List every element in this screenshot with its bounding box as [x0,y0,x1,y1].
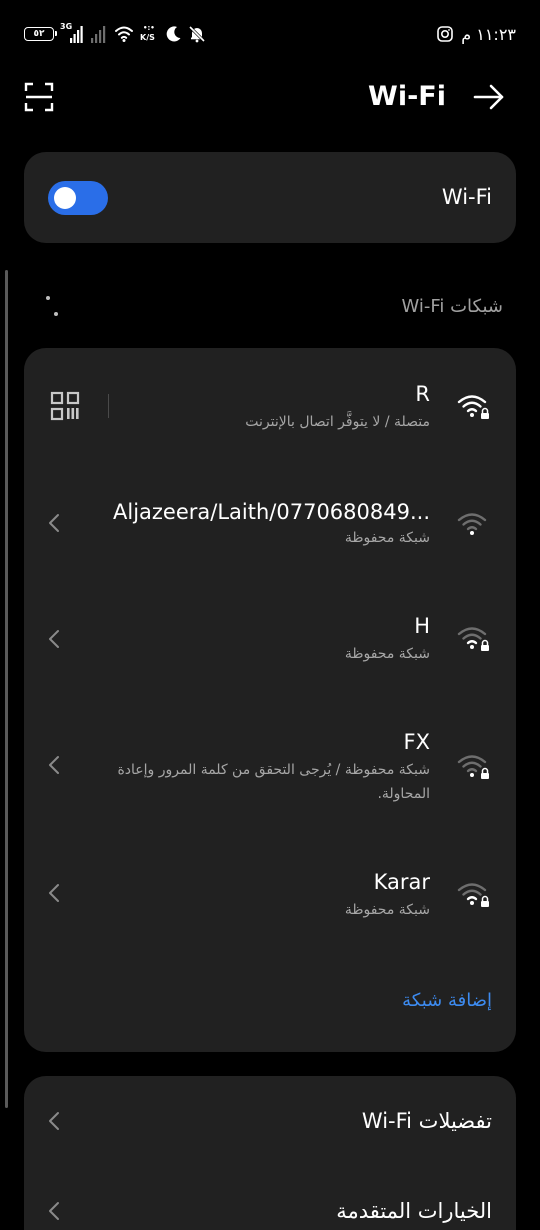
networks-list-card: R متصلة / لا يتوفَّر اتصال بالإنترنت Alj… [24,348,516,1052]
network-status: شبكة محفوظة [344,530,430,546]
instagram-icon [437,26,454,42]
moon-icon [166,26,181,42]
add-network-link[interactable]: إضافة شبكة [402,988,492,1014]
network-speed-value: •:• [143,24,155,32]
second-sim-signal-icon [91,26,106,43]
network-status: شبكة محفوظة [344,646,430,662]
row-divider [108,394,109,418]
clock: ١١:٢٣ م [461,24,516,44]
back-arrow-button[interactable] [472,80,506,114]
wifi-toggle-switch[interactable] [48,181,108,215]
network-row-aljazeera[interactable]: Aljazeera/Laith/0770680849... شبكة محفوظ… [24,466,516,582]
network-row-h[interactable]: H شبكة محفوظة [24,582,516,698]
network-type-label: 3G [60,22,73,31]
page-title: Wi-Fi [368,81,446,112]
scrollbar[interactable] [5,270,8,1108]
network-status: شبكة محفوظة / يُرجى التحقق من كلمة المرو… [117,762,430,802]
wifi-status-icon [115,26,133,42]
advanced-options-row[interactable]: الخيارات المتقدمة [24,1166,516,1230]
advanced-options-label: الخيارات المتقدمة [336,1199,492,1223]
battery-icon: ٥٢ [24,27,57,41]
network-status: شبكة محفوظة [344,902,430,918]
network-speed-icon: •:• K/S [140,23,158,45]
chevron-left-icon [49,514,59,532]
status-icons: ٥٢ 3G •:• K/S [24,22,206,46]
loading-dots-icon [44,292,60,322]
network-name: R [415,382,430,406]
toggle-knob [54,187,76,209]
wifi-signal-locked-icon [457,627,489,651]
mobile-signal-icon: 3G [60,23,84,45]
chevron-left-icon [49,630,59,648]
network-name: Aljazeera/Laith/0770680849... [113,500,430,524]
network-speed-unit: K/S [140,33,155,42]
wifi-signal-locked-icon [457,395,489,419]
wifi-preferences-row[interactable]: تفضيلات Wi-Fi [24,1076,516,1166]
network-row-r[interactable]: R متصلة / لا يتوفَّر اتصال بالإنترنت [24,348,516,466]
chevron-left-icon [49,884,59,902]
network-row-karar[interactable]: Karar شبكة محفوظة [24,838,516,954]
network-row-fx[interactable]: FX شبكة محفوظة / يُرجى التحقق من كلمة ال… [24,698,516,838]
wifi-signal-icon [457,513,487,535]
network-name: H [414,614,430,638]
network-name: FX [403,730,430,754]
wifi-networks-heading: شبكات Wi-Fi [401,296,503,317]
chevron-left-icon [49,1202,59,1220]
battery-level: ٥٢ [33,28,45,39]
status-bar: ٥٢ 3G •:• K/S ١١:٢٣ م [0,0,540,66]
chevron-left-icon [49,1112,59,1130]
network-name: Karar [373,870,430,894]
wifi-signal-locked-icon [457,755,489,779]
wifi-settings-screen: ٥٢ 3G •:• K/S ١١:٢٣ م Wi-Fi Wi-Fi شبكات … [0,0,540,1230]
app-header: Wi-Fi [0,66,540,130]
wifi-toggle-label: Wi-Fi [441,185,492,209]
chevron-left-icon [49,756,59,774]
scan-qr-button[interactable] [24,82,54,112]
preferences-card: تفضيلات Wi-Fi الخيارات المتقدمة [24,1076,516,1230]
bell-off-icon [188,25,206,43]
status-right: ١١:٢٣ م [427,22,516,46]
wifi-toggle-card: Wi-Fi [24,152,516,243]
wifi-preferences-label: تفضيلات Wi-Fi [361,1109,492,1133]
qr-code-share-button[interactable] [50,391,80,421]
network-status: متصلة / لا يتوفَّر اتصال بالإنترنت [245,414,430,430]
wifi-signal-locked-icon [457,883,489,907]
